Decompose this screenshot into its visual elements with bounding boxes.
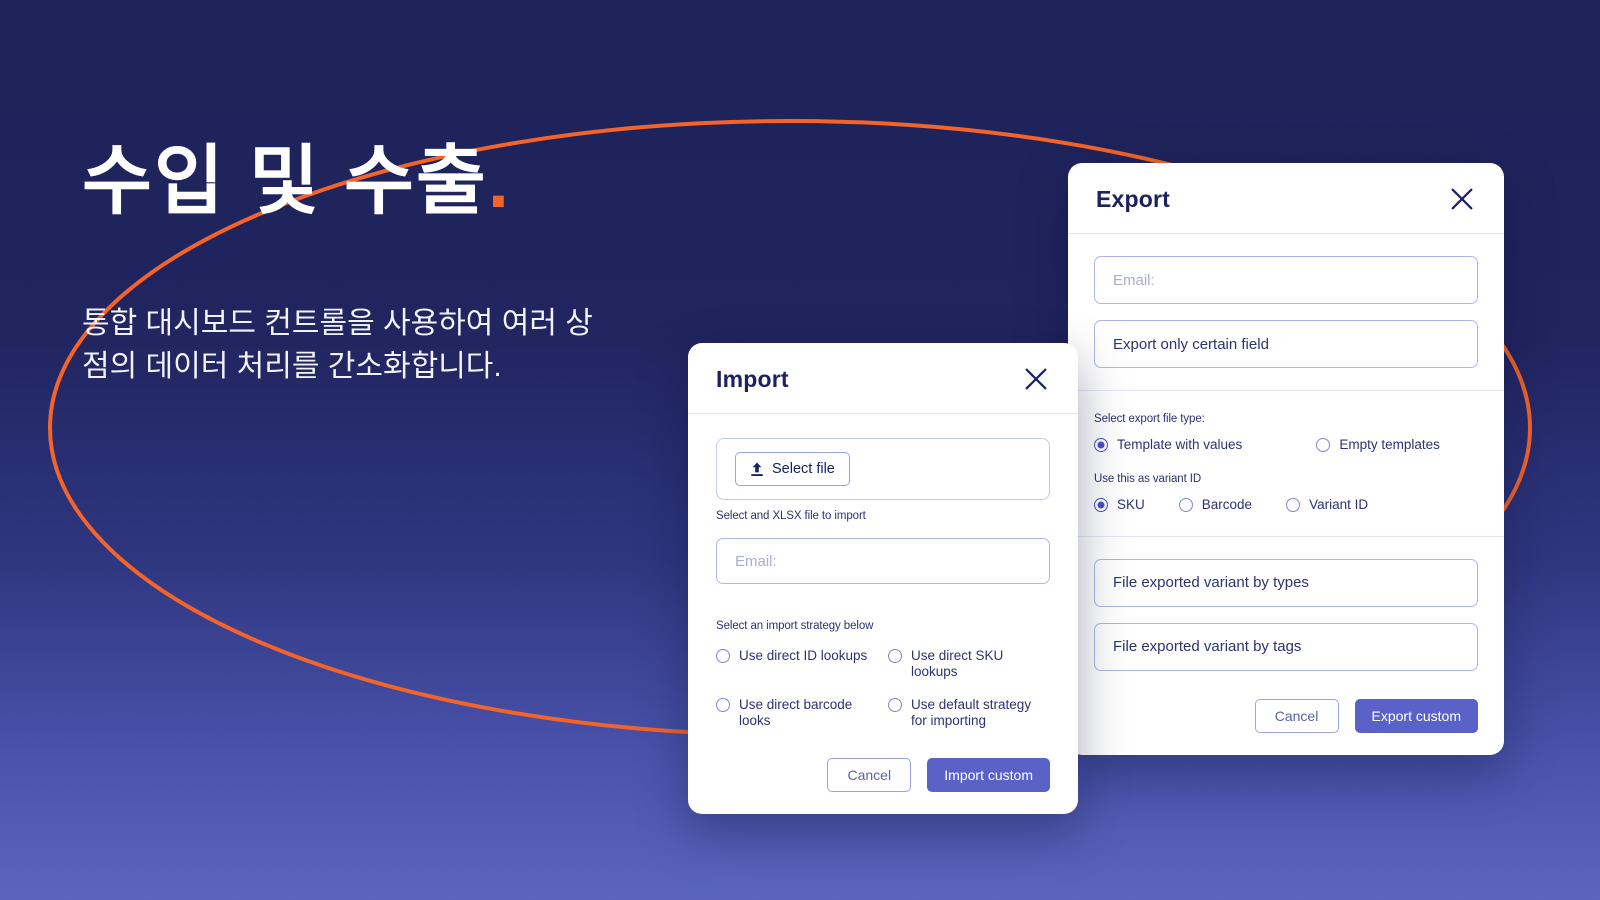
close-icon[interactable] [1022,365,1050,393]
import-dialog-body: Select file Select and XLSX file to impo… [688,414,1078,814]
radio-use-default-strategy[interactable]: Use default strategy for importing [888,697,1050,730]
export-dialog: Export Email: Export only certain field … [1068,163,1504,755]
radio-mark-icon [888,649,902,663]
radio-mark-icon [1094,438,1108,452]
radio-variant-id[interactable]: Variant ID [1286,497,1368,513]
radio-label: Template with values [1117,437,1243,452]
export-fields-section: Email: Export only certain field [1068,234,1504,390]
page-subtitle: 통합 대시보드 컨트롤을 사용하여 여러 상점의 데이터 처리를 간소화합니다. [82,306,593,384]
radio-label: Barcode [1201,497,1253,513]
export-variant-by-types-select[interactable]: File exported variant by types [1094,558,1478,607]
upload-icon [750,462,764,477]
export-file-type-radio-group: Template with values Empty templates [1094,437,1478,453]
import-email-field[interactable]: Email: [716,538,1050,584]
radio-label: Variant ID [1309,497,1369,513]
radio-empty-templates[interactable]: Empty templates [1316,437,1440,453]
export-variant-by-tags-select[interactable]: File exported variant by tags [1094,622,1478,671]
radio-barcode[interactable]: Barcode [1178,497,1253,513]
export-variant-files-section: File exported variant by types File expo… [1068,535,1504,755]
select-file-button[interactable]: Select file [735,452,850,486]
radio-mark-icon [1178,498,1193,513]
export-dialog-footer: Cancel Export custom [1094,698,1478,733]
radio-label: Use direct ID lookups [739,648,868,663]
export-dialog-title: Export [1096,185,1171,212]
radio-mark-icon [716,649,730,663]
hero-section: 수입 및 수출. 통합 대시보드 컨트롤을 사용하여 여러 상점의 데이터 처리… [82,140,702,389]
import-file-dropzone[interactable]: Select file [716,438,1050,500]
radio-mark-icon [716,697,730,712]
radio-use-direct-id-lookups[interactable]: Use direct ID lookups [716,648,878,681]
radio-mark-icon [1316,438,1331,452]
import-dialog-footer: Cancel Import custom [716,757,1050,792]
radio-label: Empty templates [1339,437,1440,452]
import-strategy-radio-group: Use direct ID lookups Use direct SKU loo… [716,648,1050,730]
import-strategy-label: Select an import strategy below [716,620,874,632]
radio-use-direct-barcode-looks[interactable]: Use direct barcode looks [716,697,878,730]
radio-label: Use direct barcode looks [739,696,853,729]
export-variant-id-radio-group: SKU Barcode Variant ID [1094,497,1478,513]
import-custom-button[interactable]: Import custom [927,757,1050,792]
radio-mark-icon [1286,498,1301,513]
radio-sku[interactable]: SKU [1094,497,1145,513]
export-cancel-button[interactable]: Cancel [1254,698,1339,733]
radio-mark-icon [1094,498,1108,513]
export-variant-id-label: Use this as variant ID [1094,473,1202,486]
export-email-field[interactable]: Email: [1094,256,1478,304]
radio-label: SKU [1117,497,1145,513]
import-dialog: Import Select file Select and XLSX file … [688,343,1078,814]
import-helper-text: Select and XLSX file to import [716,510,866,522]
page-title-accent-dot: . [487,139,511,224]
select-file-button-label: Select file [772,461,835,477]
export-file-type-label: Select export file type: [1094,413,1205,425]
radio-label: Use default strategy for importing [911,696,1032,729]
page-title-text: 수입 및 수출 [82,139,488,224]
radio-template-with-values[interactable]: Template with values [1094,437,1242,453]
close-icon[interactable] [1448,185,1476,213]
import-dialog-header: Import [688,343,1078,414]
radio-label: Use direct SKU lookups [911,648,1004,680]
export-dialog-header: Export [1068,163,1504,234]
import-dialog-title: Import [716,365,789,392]
export-certain-field-select[interactable]: Export only certain field [1094,320,1478,368]
export-options-section: Select export file type: Template with v… [1068,390,1504,536]
import-cancel-button[interactable]: Cancel [827,757,912,792]
radio-use-direct-sku-lookups[interactable]: Use direct SKU lookups [888,648,1050,681]
export-custom-button[interactable]: Export custom [1354,698,1478,733]
page-title: 수입 및 수출. [82,140,702,224]
radio-mark-icon [888,697,902,712]
